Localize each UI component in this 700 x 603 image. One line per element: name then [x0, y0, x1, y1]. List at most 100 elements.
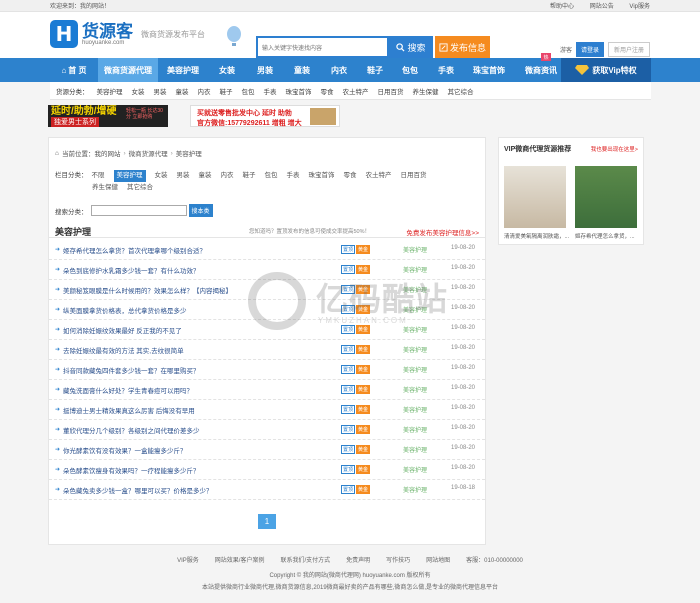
list-item[interactable]: ➜ 朵色藏兔卖多少钱一盒？哪里可以买？价格是多少？ 置顶 黄金 美容护理 19-08-18 — [49, 480, 485, 500]
vip-button[interactable]: 获取Vip特权 — [561, 58, 651, 82]
login-button[interactable]: 请登录 — [576, 42, 605, 57]
filter-option[interactable]: 日用百货 — [401, 170, 427, 182]
help-center-link[interactable]: 帮助中心 — [550, 4, 574, 10]
category-search-button[interactable]: 搜本类 — [188, 204, 213, 217]
breadcrumb-channel[interactable]: 微商货源代理 — [129, 148, 168, 158]
list-item[interactable]: ➜ 去除妊娠纹最有效的方法 其实,去纹很简单 置顶 黄金 美容护理 19-08-20 — [49, 340, 485, 360]
footer-link[interactable]: 免责声明 — [346, 555, 370, 564]
nav-shoes[interactable]: 鞋子 — [358, 58, 392, 82]
list-item-title[interactable]: 朵色到底修护水乳霜多少钱一套？有什么功效？ — [63, 265, 200, 275]
list-item-category[interactable]: 美容护理 — [403, 405, 427, 414]
publish-button[interactable]: 发布信息 — [435, 36, 490, 58]
filter-option[interactable]: 不限 — [92, 170, 105, 182]
category-link[interactable]: 日用百货 — [378, 86, 404, 96]
list-item-category[interactable]: 美容护理 — [403, 465, 427, 474]
nav-news[interactable]: 微商资讯 — [514, 58, 568, 82]
list-item-title[interactable]: 董欣代理分几个级别？各级别之间代理价差多少 — [63, 425, 200, 435]
nav-women[interactable]: 女装 — [208, 58, 246, 82]
list-item-title[interactable]: 去除妊娠纹最有效的方法 其实,去纹很简单 — [63, 345, 184, 355]
list-item[interactable]: ➜ 姬存希代理怎么拿货？首次代理拿哪个级别合适？ 置顶 黄金 美容护理 19-08-20 — [49, 240, 485, 260]
list-item-category[interactable]: 美容护理 — [403, 245, 427, 254]
breadcrumb-home[interactable]: 当前位置：我的网站 — [62, 148, 121, 158]
filter-option[interactable]: 零食 — [344, 170, 357, 182]
list-item-title[interactable]: 挺博迪士男士精效果真这么厉害 后悔没有早用 — [63, 405, 195, 415]
filter-option[interactable]: 鞋子 — [243, 170, 256, 182]
list-item-title[interactable]: 抖音同款藏兔四件套多少钱一套？在哪里购买？ — [63, 365, 200, 375]
category-link[interactable]: 零食 — [321, 86, 334, 96]
filter-option[interactable]: 养生保健 — [92, 182, 118, 194]
footer-link[interactable]: 联系我们/支付方式 — [280, 555, 330, 564]
list-item[interactable]: ➜ 抖音同款藏兔四件套多少钱一套？在哪里购买？ 置顶 黄金 美容护理 19-08-20 — [49, 360, 485, 380]
recommend-caption[interactable]: 清清爱美氧隔离润肤霜，... — [504, 232, 569, 240]
list-item[interactable]: ➜ 朵色酵素饮瘦身有效果吗？一疗程能瘦多少斤？ 置顶 黄金 美容护理 19-08-20 — [49, 460, 485, 480]
filter-option[interactable]: 手表 — [287, 170, 300, 182]
list-item-category[interactable]: 美容护理 — [403, 425, 427, 434]
vip-recommend-more[interactable]: 我也要出现在这里> — [591, 145, 638, 153]
register-button[interactable]: 新用户注册 — [608, 42, 651, 57]
category-link[interactable]: 内衣 — [198, 86, 211, 96]
nav-jewelry[interactable]: 珠宝首饰 — [464, 58, 514, 82]
filter-option[interactable]: 包包 — [265, 170, 278, 182]
vip-service-link[interactable]: Vip服务 — [629, 4, 650, 10]
list-item[interactable]: ➜ 挺博迪士男士精效果真这么厉害 后悔没有早用 置顶 黄金 美容护理 19-08-20 — [49, 400, 485, 420]
nav-bags[interactable]: 包包 — [392, 58, 428, 82]
list-item[interactable]: ➜ 你光酵素饮有没有效果？一盒能瘦多少斤？ 置顶 黄金 美容护理 19-08-20 — [49, 440, 485, 460]
category-search-input[interactable] — [90, 205, 187, 216]
category-link[interactable]: 手表 — [264, 86, 277, 96]
filter-option-selected[interactable]: 美容护理 — [113, 170, 146, 182]
category-link[interactable]: 鞋子 — [220, 86, 233, 96]
ad-banner-right[interactable]: 买就送零售批发中心 延时 助勃 官方微信:15779292611 增粗 增大 — [190, 105, 340, 127]
list-item-category[interactable]: 美容护理 — [403, 485, 427, 494]
list-item-title[interactable]: 你光酵素饮有没有效果？一盒能瘦多少斤？ — [63, 445, 187, 455]
filter-option[interactable]: 其它综合 — [127, 182, 153, 194]
list-item-title[interactable]: 如何消除妊娠纹效果最好 反正我的不见了 — [63, 325, 182, 335]
category-link[interactable]: 农土特产 — [343, 86, 369, 96]
ad-banner-left[interactable]: 延时/助勃/增硬 独爱男士系列 轻松一瓶 长达30分 立即抢购 — [48, 105, 168, 127]
list-item-category[interactable]: 美容护理 — [403, 345, 427, 354]
footer-link[interactable]: VIP服务 — [177, 555, 199, 564]
nav-beauty[interactable]: 美容护理 — [158, 58, 208, 82]
nav-agent-goods[interactable]: 微商货源代理 — [98, 58, 158, 82]
category-link[interactable]: 女装 — [132, 86, 145, 96]
nav-watches[interactable]: 手表 — [428, 58, 464, 82]
search-button[interactable]: 搜索 — [389, 36, 433, 58]
category-link[interactable]: 男装 — [154, 86, 167, 96]
category-link[interactable]: 其它综合 — [448, 86, 474, 96]
filter-option[interactable]: 农土特产 — [366, 170, 392, 182]
nav-kids[interactable]: 童装 — [284, 58, 320, 82]
filter-option[interactable]: 男装 — [177, 170, 190, 182]
announcement-link[interactable]: 网站公告 — [590, 4, 614, 10]
recommend-image[interactable] — [575, 166, 637, 228]
category-link[interactable]: 童装 — [176, 86, 189, 96]
list-item-title[interactable]: 纵美面膜拿货价格表，总代拿货价格是多少 — [63, 305, 187, 315]
search-input[interactable]: 输入关键字快速找内容 — [256, 36, 389, 58]
filter-option[interactable]: 内衣 — [221, 170, 234, 182]
free-publish-link[interactable]: 免费发布美容护理信息>> — [406, 227, 479, 237]
site-logo[interactable]: H 货源客 huoyuanke.com 微商货源发布平台 — [50, 20, 205, 48]
category-link[interactable]: 美容护理 — [97, 86, 123, 96]
list-item-category[interactable]: 美容护理 — [403, 365, 427, 374]
list-item[interactable]: ➜ 董欣代理分几个级别？各级别之间代理价差多少 置顶 黄金 美容护理 19-08-20 — [49, 420, 485, 440]
list-item-title[interactable]: 朵色酵素饮瘦身有效果吗？一疗程能瘦多少斤？ — [63, 465, 200, 475]
footer-link[interactable]: 网站地图 — [426, 555, 450, 564]
list-item-title[interactable]: 美颜秘笈眼膜是什么时候用的？效果怎么样？【内容揭秘】 — [63, 285, 232, 295]
list-item-category[interactable]: 美容护理 — [403, 445, 427, 454]
recommend-caption[interactable]: 姬存希代理怎么拿货，... — [575, 232, 635, 240]
list-item-category[interactable]: 美容护理 — [403, 385, 427, 394]
category-link[interactable]: 珠宝首饰 — [286, 86, 312, 96]
category-link[interactable]: 包包 — [242, 86, 255, 96]
footer-link[interactable]: 网站效果/客户案例 — [215, 555, 265, 564]
recommend-image[interactable] — [504, 166, 566, 228]
list-item-title[interactable]: 藏兔洗面膏什么好处？学生青春痘可以用吗？ — [63, 385, 193, 395]
list-item[interactable]: ➜ 藏兔洗面膏什么好处？学生青春痘可以用吗？ 置顶 黄金 美容护理 19-08-20 — [49, 380, 485, 400]
filter-option[interactable]: 童装 — [199, 170, 212, 182]
category-link[interactable]: 养生保健 — [413, 86, 439, 96]
filter-option[interactable]: 女装 — [155, 170, 168, 182]
nav-men[interactable]: 男装 — [246, 58, 284, 82]
list-item-title[interactable]: 朵色藏兔卖多少钱一盒？哪里可以买？价格是多少？ — [63, 485, 213, 495]
nav-underwear[interactable]: 内衣 — [320, 58, 358, 82]
nav-home[interactable]: ⌂ 首 页 — [50, 58, 98, 82]
list-item-title[interactable]: 姬存希代理怎么拿货？首次代理拿哪个级别合适？ — [63, 245, 206, 255]
filter-option[interactable]: 珠宝首饰 — [309, 170, 335, 182]
footer-link[interactable]: 写作技巧 — [386, 555, 410, 564]
